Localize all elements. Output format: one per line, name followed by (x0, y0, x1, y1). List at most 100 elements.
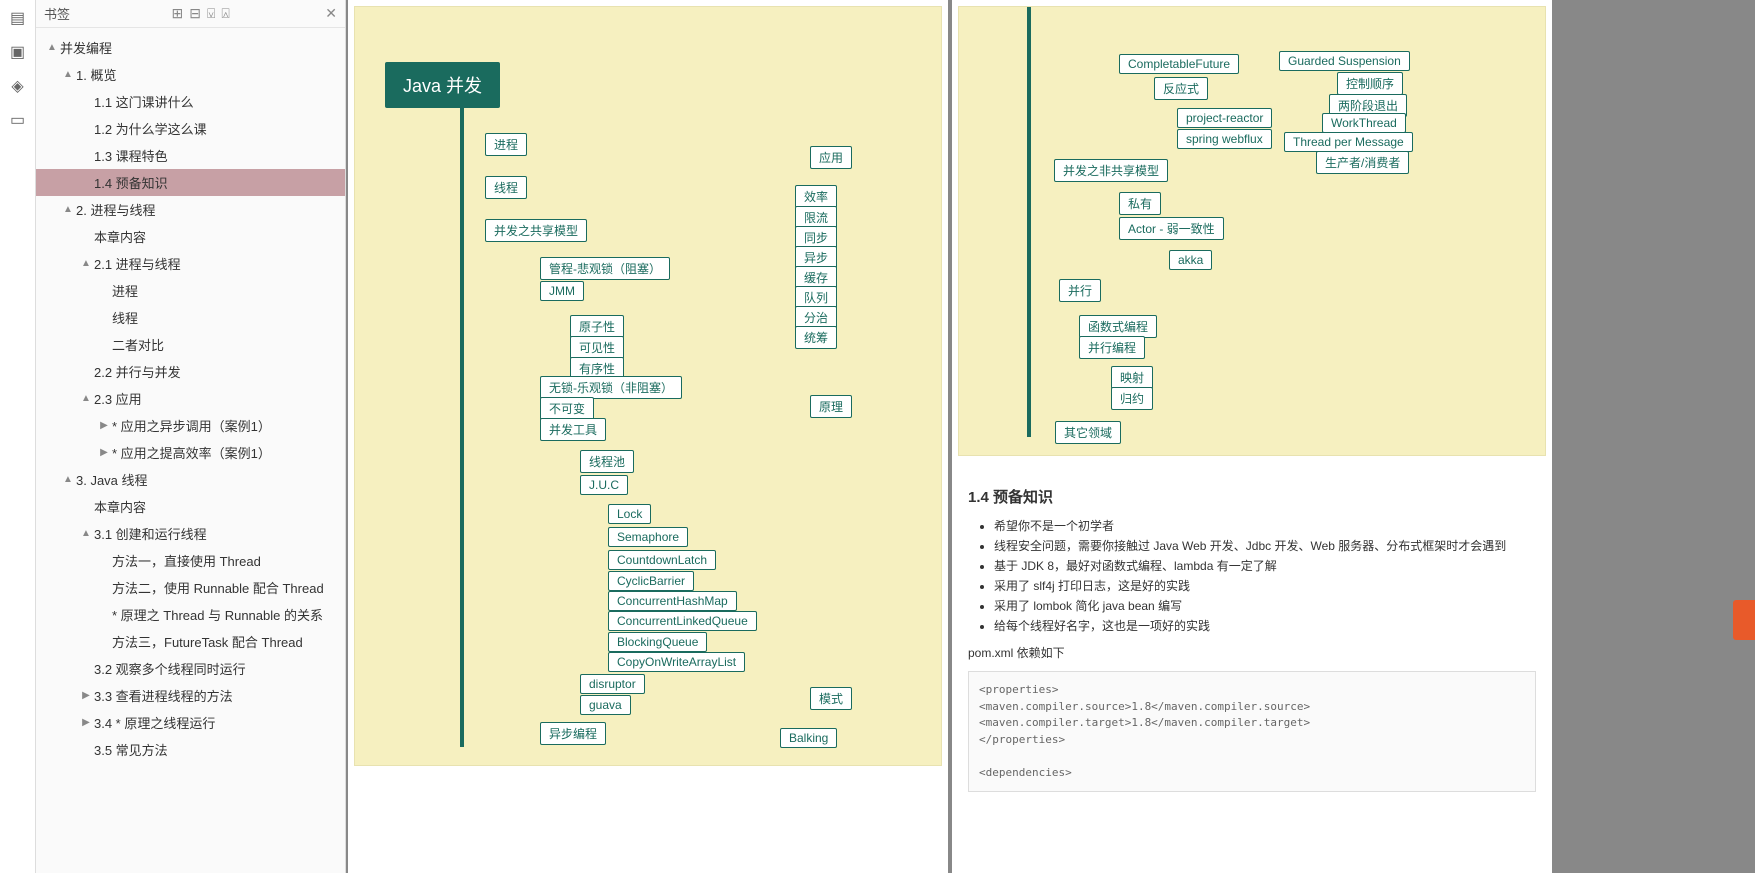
mindmap-node: 不可变 (540, 397, 594, 420)
bullet-item: 线程安全问题，需要你接触过 Java Web 开发、Jdbc 开发、Web 服务… (994, 537, 1536, 554)
tree-label: 1.3 课程特色 (94, 146, 168, 165)
tree-node[interactable]: ▶* 应用之提高效率（案例1） (36, 439, 345, 466)
tree-twisty-icon[interactable]: ▲ (80, 393, 92, 404)
outline-icon[interactable]: ▤ (8, 8, 28, 28)
tree-node[interactable]: 3.2 观察多个线程同时运行 (36, 655, 345, 682)
mindmap-left: Java 并发 进程线程并发之共享模型管程-悲观锁（阻塞）JMM原子性可见性有序… (354, 6, 942, 766)
tree-twisty-icon[interactable]: ▶ (98, 447, 110, 458)
image-icon[interactable]: ▣ (8, 42, 28, 62)
tree-label: 进程 (112, 281, 138, 300)
layer-icon[interactable]: ▭ (8, 110, 28, 130)
bullet-item: 采用了 lombok 简化 java bean 编写 (994, 597, 1536, 614)
tree-node[interactable]: ▲2. 进程与线程 (36, 196, 345, 223)
bookmark-edit-icon[interactable]: ⍓ (221, 5, 229, 22)
mindmap-node: 生产者/消费者 (1316, 151, 1409, 174)
left-iconbar: ▤ ▣ ◈ ▭ (0, 0, 36, 873)
mindmap-node: BlockingQueue (608, 632, 707, 652)
tree-node[interactable]: ▲2.1 进程与线程 (36, 250, 345, 277)
tree-label: 2.3 应用 (94, 389, 142, 408)
tree-node[interactable]: ▲并发编程 (36, 34, 345, 61)
collapse-icon[interactable]: ⊟ (189, 5, 201, 22)
document-viewport: Java 并发 进程线程并发之共享模型管程-悲观锁（阻塞）JMM原子性可见性有序… (346, 0, 1755, 873)
tree-label: * 应用之异步调用（案例1） (112, 416, 271, 435)
tree-label: * 应用之提高效率（案例1） (112, 443, 271, 462)
mindmap-node: 并发工具 (540, 418, 606, 441)
tree-label: 1.2 为什么学这么课 (94, 119, 207, 138)
mindmap-node: 其它领域 (1055, 421, 1121, 444)
tree-twisty-icon[interactable]: ▲ (80, 528, 92, 539)
tree-node[interactable]: 本章内容 (36, 223, 345, 250)
tree-node[interactable]: ▲1. 概览 (36, 61, 345, 88)
tree-twisty-icon[interactable]: ▲ (46, 42, 58, 53)
expand-icon[interactable]: ⊞ (172, 5, 184, 22)
mindmap-node: 统筹 (795, 326, 837, 349)
mindmap-node: 原理 (810, 395, 852, 418)
tree-node[interactable]: 3.5 常见方法 (36, 736, 345, 763)
mindmap-node: CompletableFuture (1119, 54, 1239, 74)
pom-intro: pom.xml 依赖如下 (968, 644, 1536, 661)
mindmap-node: 并行 (1059, 279, 1101, 302)
tree-node[interactable]: ▲2.3 应用 (36, 385, 345, 412)
page-right: CompletableFuture反应式project-reactorsprin… (952, 0, 1552, 873)
bullet-item: 采用了 slf4j 打印日志，这是好的实践 (994, 577, 1536, 594)
side-float-button[interactable] (1733, 600, 1755, 640)
mindmap-node: CopyOnWriteArrayList (608, 652, 745, 672)
tree-twisty-icon[interactable]: ▲ (62, 204, 74, 215)
mindmap-node: disruptor (580, 674, 645, 694)
tree-twisty-icon[interactable]: ▲ (62, 474, 74, 485)
tree-node[interactable]: 方法三，FutureTask 配合 Thread (36, 628, 345, 655)
tree-node[interactable]: 1.2 为什么学这么课 (36, 115, 345, 142)
mindmap-node: ConcurrentHashMap (608, 591, 737, 611)
sidebar-title: 书签 (44, 4, 70, 23)
tree-node[interactable]: 2.2 并行与并发 (36, 358, 345, 385)
sidebar-header: 书签 ⊞ ⊟ ⍌ ⍓ ✕ (36, 0, 345, 28)
tree-node[interactable]: 1.1 这门课讲什么 (36, 88, 345, 115)
mindmap-node: 模式 (810, 687, 852, 710)
tree-node[interactable]: ▶3.4 * 原理之线程运行 (36, 709, 345, 736)
mindmap-node: 私有 (1119, 192, 1161, 215)
tree-node[interactable]: ▶* 应用之异步调用（案例1） (36, 412, 345, 439)
tree-node[interactable]: 二者对比 (36, 331, 345, 358)
close-icon[interactable]: ✕ (325, 5, 337, 22)
bullet-item: 给每个线程好名字，这也是一项好的实践 (994, 617, 1536, 634)
tree-twisty-icon[interactable]: ▲ (80, 258, 92, 269)
tree-node[interactable]: ▲3.1 创建和运行线程 (36, 520, 345, 547)
tree-label: 3.4 * 原理之线程运行 (94, 713, 215, 732)
mindmap-node: project-reactor (1177, 108, 1272, 128)
attach-icon[interactable]: ◈ (8, 76, 28, 96)
tree-label: 3.2 观察多个线程同时运行 (94, 659, 246, 678)
mindmap-node: J.U.C (580, 475, 628, 495)
mindmap-node: 反应式 (1154, 77, 1208, 100)
tree-label: 本章内容 (94, 227, 146, 246)
bullet-list: 希望你不是一个初学者线程安全问题，需要你接触过 Java Web 开发、Jdbc… (968, 517, 1536, 634)
tree-node[interactable]: 进程 (36, 277, 345, 304)
tree-label: 2. 进程与线程 (76, 200, 155, 219)
tree-node[interactable]: 方法一，直接使用 Thread (36, 547, 345, 574)
tree-node[interactable]: ▲3. Java 线程 (36, 466, 345, 493)
mindmap-node: JMM (540, 281, 584, 301)
tree-node[interactable]: ▶3.3 查看进程线程的方法 (36, 682, 345, 709)
tree-node[interactable]: 本章内容 (36, 493, 345, 520)
mindmap-node: 管程-悲观锁（阻塞） (540, 257, 670, 280)
tree-node[interactable]: 方法二，使用 Runnable 配合 Thread (36, 574, 345, 601)
tree-node[interactable]: 1.4 预备知识 (36, 169, 345, 196)
mindmap-node: 并发之共享模型 (485, 219, 587, 242)
tree-twisty-icon[interactable]: ▶ (80, 717, 92, 728)
tree-twisty-icon[interactable]: ▶ (80, 690, 92, 701)
code-block: <properties> <maven.compiler.source>1.8<… (968, 671, 1536, 792)
tree-node[interactable]: 线程 (36, 304, 345, 331)
tree-node[interactable]: 1.3 课程特色 (36, 142, 345, 169)
mindmap-node: 线程 (485, 176, 527, 199)
bullet-item: 基于 JDK 8，最好对函数式编程、lambda 有一定了解 (994, 557, 1536, 574)
mindmap-node: 线程池 (580, 450, 634, 473)
tree-twisty-icon[interactable]: ▲ (62, 69, 74, 80)
tree-label: 3.3 查看进程线程的方法 (94, 686, 233, 705)
tree-node[interactable]: * 原理之 Thread 与 Runnable 的关系 (36, 601, 345, 628)
bookmark-add-icon[interactable]: ⍌ (207, 5, 215, 22)
bullet-item: 希望你不是一个初学者 (994, 517, 1536, 534)
tree-twisty-icon[interactable]: ▶ (98, 420, 110, 431)
mindmap-node: Balking (780, 728, 837, 748)
page-left: Java 并发 进程线程并发之共享模型管程-悲观锁（阻塞）JMM原子性可见性有序… (348, 0, 948, 873)
mindmap-node: 控制顺序 (1337, 72, 1403, 95)
mindmap-stem (1027, 7, 1031, 437)
